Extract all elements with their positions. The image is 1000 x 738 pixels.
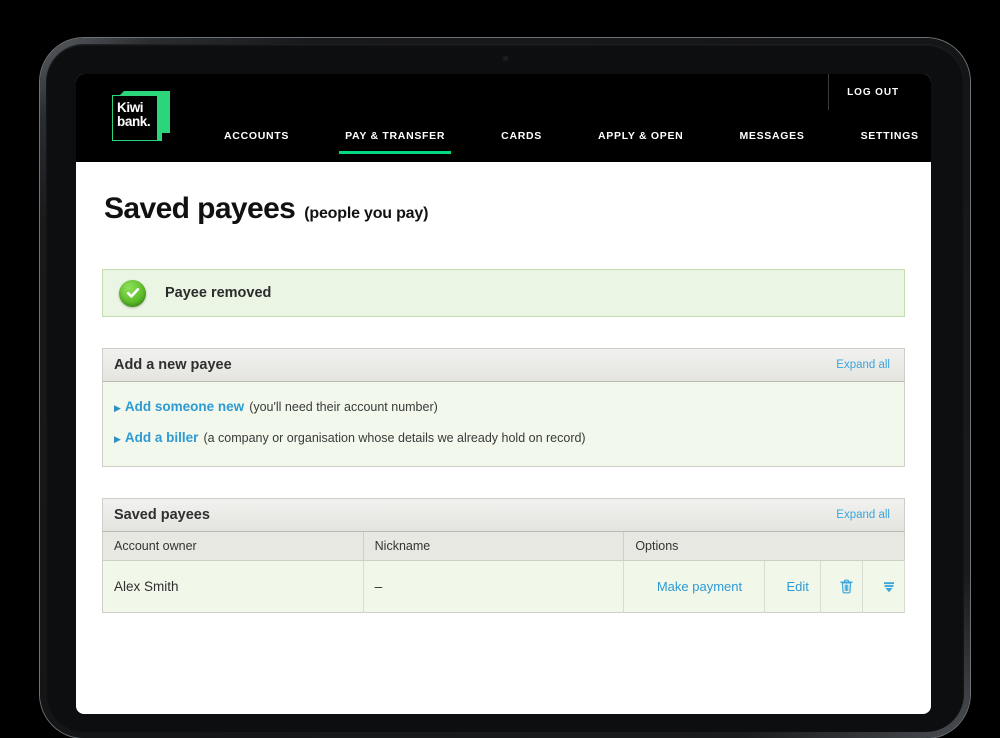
main-nav: ACCOUNTS PAY & TRANSFER CARDS APPLY & OP… xyxy=(196,130,931,162)
nav-item-accounts[interactable]: ACCOUNTS xyxy=(196,130,317,154)
nav-item-settings[interactable]: SETTINGS xyxy=(833,130,931,154)
cell-nickname: – xyxy=(363,560,625,613)
front-camera xyxy=(502,55,509,62)
cell-make-payment[interactable]: Make payment xyxy=(623,560,765,613)
make-payment-link[interactable]: Make payment xyxy=(635,570,763,603)
cell-edit[interactable]: Edit xyxy=(764,560,821,613)
add-new-payee-title: Add a new payee xyxy=(114,357,232,373)
device-screen: LOG OUT Kiwi bank. ACCOUNTS PAY & TRANSF… xyxy=(76,74,931,714)
page-subtitle: (people you pay) xyxy=(304,205,429,222)
cell-delete[interactable] xyxy=(820,560,863,613)
add-a-biller-link[interactable]: Add a biller xyxy=(125,429,199,446)
add-someone-new-link[interactable]: Add someone new xyxy=(125,398,244,415)
trash-icon[interactable] xyxy=(832,571,862,602)
edit-link[interactable]: Edit xyxy=(776,570,820,603)
check-circle-icon xyxy=(119,279,146,307)
add-new-payee-header: Add a new payee Expand all xyxy=(102,348,905,382)
logo-wordmark: Kiwi bank. xyxy=(117,100,151,129)
add-a-biller-note: (a company or organisation whose details… xyxy=(203,431,586,445)
status-banner-message: Payee removed xyxy=(165,285,272,301)
saved-payees-panel: Saved payees Expand all Account owner Ni… xyxy=(102,498,906,613)
expand-all-saved-payees[interactable]: Expand all xyxy=(836,509,890,521)
column-header-account-owner: Account owner xyxy=(102,532,364,561)
column-header-nickname: Nickname xyxy=(363,532,625,561)
chevron-right-icon: ▶ xyxy=(114,403,121,413)
nav-item-apply-and-open[interactable]: APPLY & OPEN xyxy=(570,130,711,154)
nav-item-messages[interactable]: MESSAGES xyxy=(711,130,832,154)
status-banner: Payee removed xyxy=(102,269,905,317)
saved-payees-header: Saved payees Expand all xyxy=(102,498,905,532)
cell-account-owner: Alex Smith xyxy=(102,560,364,613)
column-header-options: Options xyxy=(623,532,905,561)
logout-container: LOG OUT xyxy=(828,74,913,110)
logout-button[interactable]: LOG OUT xyxy=(847,87,899,98)
top-navigation-bar: LOG OUT Kiwi bank. ACCOUNTS PAY & TRANSF… xyxy=(76,74,931,162)
chevron-right-icon: ▶ xyxy=(114,434,121,444)
add-a-biller-row[interactable]: ▶ Add a biller (a company or organisatio… xyxy=(114,423,904,454)
expand-all-add-payee[interactable]: Expand all xyxy=(836,359,890,371)
add-new-payee-panel: Add a new payee Expand all ▶ Add someone… xyxy=(102,348,905,467)
page-heading: Saved payees (people you pay) xyxy=(102,162,905,226)
add-someone-new-row[interactable]: ▶ Add someone new (you'll need their acc… xyxy=(114,392,904,423)
add-someone-new-note: (you'll need their account number) xyxy=(249,400,438,414)
saved-payees-title: Saved payees xyxy=(114,507,210,523)
nav-item-pay-and-transfer[interactable]: PAY & TRANSFER xyxy=(317,130,473,154)
expand-down-icon[interactable] xyxy=(874,571,904,602)
kiwibank-logo[interactable]: Kiwi bank. xyxy=(112,91,170,145)
add-new-payee-body: ▶ Add someone new (you'll need their acc… xyxy=(102,382,905,467)
saved-payees-table: Account owner Nickname Options Alex Smit… xyxy=(102,532,906,613)
table-row: Alex Smith – Make payment Edit xyxy=(102,560,906,613)
table-header-row: Account owner Nickname Options xyxy=(102,532,905,561)
page-title: Saved payees xyxy=(104,192,296,225)
nav-item-cards[interactable]: CARDS xyxy=(473,130,570,154)
cell-expand[interactable] xyxy=(862,560,906,613)
page-content: Saved payees (people you pay) Payee remo… xyxy=(76,162,931,613)
tablet-device-frame: LOG OUT Kiwi bank. ACCOUNTS PAY & TRANSF… xyxy=(40,38,970,738)
